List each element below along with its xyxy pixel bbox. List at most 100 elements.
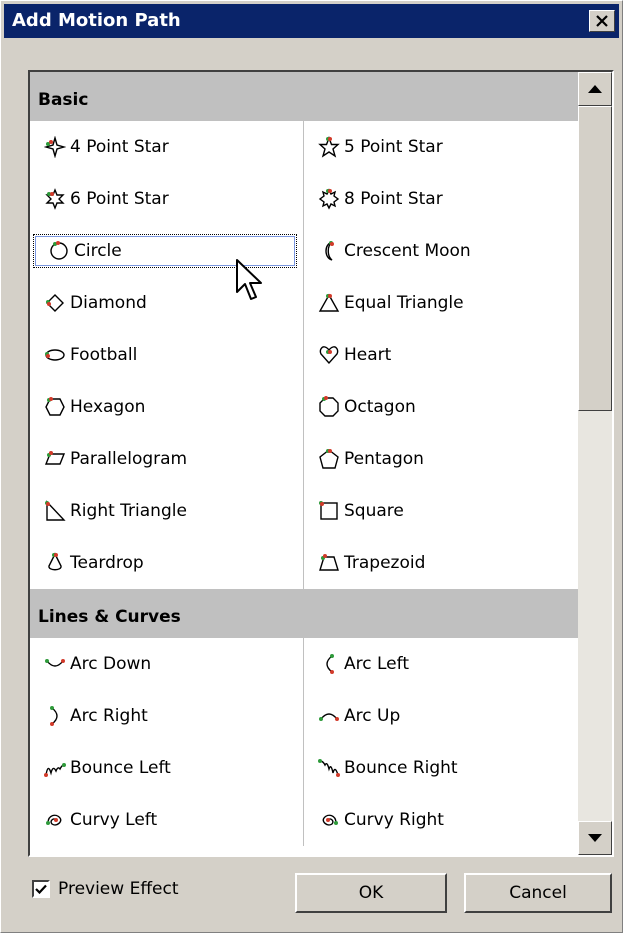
motion-path-item[interactable]: Arc Down	[30, 647, 300, 681]
vertical-scrollbar[interactable]	[578, 72, 612, 855]
dialog-footer: Preview Effect OK Cancel	[1, 861, 622, 931]
bounce-left-icon	[44, 763, 66, 777]
motion-path-item[interactable]: Hexagon	[30, 390, 300, 424]
dialog-title: Add Motion Path	[12, 10, 181, 31]
motion-path-item[interactable]: Curvy Right	[304, 803, 576, 837]
motion-path-item[interactable]: Right Triangle	[30, 494, 300, 528]
motion-path-label: Arc Right	[70, 706, 148, 726]
motion-path-label: Right Triangle	[70, 501, 187, 521]
square-icon	[319, 501, 338, 520]
scroll-up-button[interactable]	[578, 72, 612, 106]
checkmark-icon	[35, 884, 47, 894]
motion-path-item[interactable]: Heart	[304, 338, 576, 372]
cancel-button[interactable]: Cancel	[464, 873, 612, 913]
motion-path-item[interactable]: Equal Triangle	[304, 286, 576, 320]
section-header: Lines & Curves	[30, 589, 578, 638]
motion-path-label: Bounce Right	[344, 758, 458, 778]
ok-button[interactable]: OK	[295, 873, 447, 913]
curvy-left-icon	[46, 814, 62, 826]
motion-path-item[interactable]: 5 Point Star	[304, 130, 576, 164]
crescent-moon-icon	[325, 241, 334, 261]
motion-path-label: Crescent Moon	[344, 241, 471, 261]
5-point-star-icon	[318, 136, 340, 158]
motion-path-item[interactable]: 4 Point Star	[30, 130, 300, 164]
motion-path-item[interactable]: 6 Point Star	[30, 182, 300, 216]
ok-button-label: OK	[358, 883, 384, 903]
motion-path-item[interactable]: Bounce Right	[304, 751, 576, 785]
scroll-down-icon	[588, 834, 602, 842]
motion-path-item[interactable]: Square	[304, 494, 576, 528]
octagon-icon	[319, 396, 339, 417]
bounce-right-icon	[318, 759, 340, 777]
motion-path-label: Diamond	[70, 293, 147, 313]
motion-path-label: Trapezoid	[344, 553, 426, 573]
football-icon	[45, 349, 65, 361]
motion-path-item[interactable]: Curvy Left	[30, 803, 300, 837]
scroll-thumb[interactable]	[578, 106, 612, 411]
pentagon-icon	[319, 449, 339, 469]
diamond-icon	[46, 294, 64, 312]
arc-left-icon	[326, 654, 334, 674]
motion-path-label: Arc Up	[344, 706, 401, 726]
motion-path-item[interactable]: Crescent Moon	[304, 234, 576, 268]
preview-effect-checkbox[interactable]	[32, 880, 50, 898]
right-triangle-icon	[45, 500, 66, 521]
motion-path-label: Arc Down	[70, 654, 152, 674]
hexagon-icon	[45, 397, 65, 416]
arc-up-icon	[319, 713, 339, 721]
motion-path-label: Octagon	[344, 397, 416, 417]
motion-path-label: Hexagon	[70, 397, 146, 417]
motion-path-item[interactable]: Octagon	[304, 390, 576, 424]
motion-path-label: Heart	[344, 345, 392, 365]
cancel-button-label: Cancel	[509, 883, 567, 903]
motion-path-item[interactable]: 8 Point Star	[304, 182, 576, 216]
close-button[interactable]	[589, 10, 615, 32]
preview-effect-label: Preview Effect	[58, 879, 179, 899]
motion-path-item[interactable]: Circle	[33, 234, 297, 268]
motion-path-item[interactable]: Arc Left	[304, 647, 576, 681]
motion-path-item[interactable]: Arc Up	[304, 699, 576, 733]
8-point-star-icon	[318, 188, 340, 210]
motion-path-list[interactable]: Basic 4 Point Star 5 Point Star 6 Point Sta…	[28, 70, 614, 857]
heart-icon	[319, 346, 339, 365]
equal-triangle-icon	[318, 293, 340, 312]
arc-right-icon	[50, 706, 58, 726]
motion-path-label: 8 Point Star	[344, 189, 443, 209]
motion-path-item[interactable]: Pentagon	[304, 442, 576, 476]
section-header: Basic	[30, 72, 578, 121]
scroll-up-icon	[588, 85, 602, 93]
motion-path-item[interactable]: Football	[30, 338, 300, 372]
column-divider	[303, 638, 304, 846]
motion-path-label: Arc Left	[344, 654, 409, 674]
motion-path-label: 4 Point Star	[70, 137, 169, 157]
6-point-star-icon	[45, 188, 65, 210]
arc-down-icon	[45, 659, 65, 667]
4-point-star-icon	[44, 136, 66, 158]
motion-path-label: Circle	[74, 241, 122, 261]
parallelogram-icon	[44, 451, 66, 465]
motion-path-label: 5 Point Star	[344, 137, 443, 157]
trapezoid-icon	[319, 554, 339, 571]
title-bar: Add Motion Path	[4, 4, 619, 38]
preview-effect-option[interactable]: Preview Effect	[32, 879, 179, 899]
teardrop-icon	[48, 552, 62, 571]
motion-path-label: Teardrop	[70, 553, 144, 573]
motion-path-label: Bounce Left	[70, 758, 171, 778]
motion-path-label: Football	[70, 345, 138, 365]
scroll-down-button[interactable]	[578, 821, 612, 855]
circle-icon	[50, 241, 68, 260]
close-icon	[596, 15, 608, 27]
motion-path-label: Pentagon	[344, 449, 424, 469]
motion-path-item[interactable]: Teardrop	[30, 546, 300, 580]
column-divider	[303, 121, 304, 589]
motion-path-item[interactable]: Diamond	[30, 286, 300, 320]
motion-path-item[interactable]: Trapezoid	[304, 546, 576, 580]
motion-path-label: 6 Point Star	[70, 189, 169, 209]
curvy-right-icon	[322, 814, 338, 826]
motion-path-label: Parallelogram	[70, 449, 188, 469]
motion-path-item[interactable]: Bounce Left	[30, 751, 300, 785]
motion-path-item[interactable]: Parallelogram	[30, 442, 300, 476]
motion-path-label: Curvy Right	[344, 810, 444, 830]
motion-path-label: Curvy Left	[70, 810, 158, 830]
motion-path-item[interactable]: Arc Right	[30, 699, 300, 733]
